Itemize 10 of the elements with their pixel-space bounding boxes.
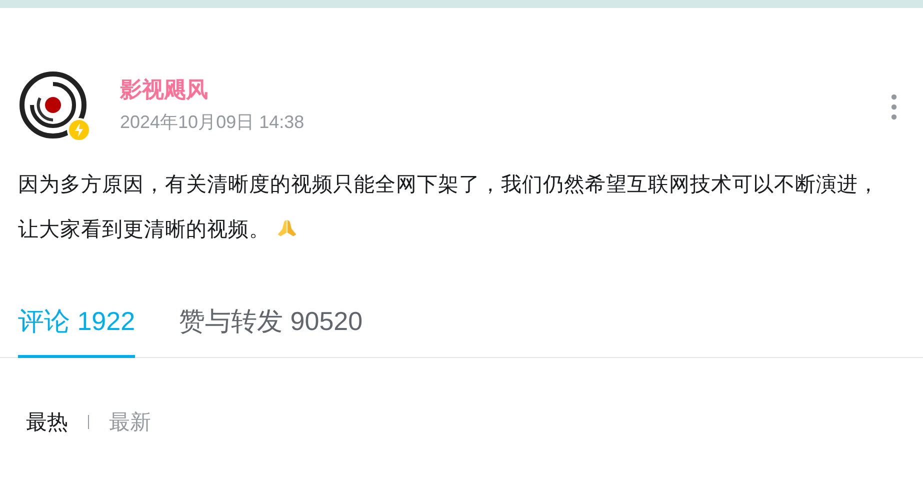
tab[interactable]: 赞与转发 90520 (179, 304, 363, 358)
more-icon[interactable] (891, 94, 897, 120)
sort-option[interactable]: 最热 (26, 408, 68, 436)
author-name[interactable]: 影视飓风 (120, 76, 891, 104)
praying-hands-icon (276, 217, 298, 239)
post-text: 因为多方原因，有关清晰度的视频只能全网下架了，我们仍然希望互联网技术可以不断演进，让大家看到更清晰的视频。 (18, 172, 880, 243)
avatar-icon[interactable] (18, 70, 88, 140)
post-time: 2024年10月09日 14:38 (120, 111, 306, 134)
tab[interactable]: 评论 1922 (18, 304, 136, 358)
sort-option[interactable]: 最新 (109, 408, 151, 436)
